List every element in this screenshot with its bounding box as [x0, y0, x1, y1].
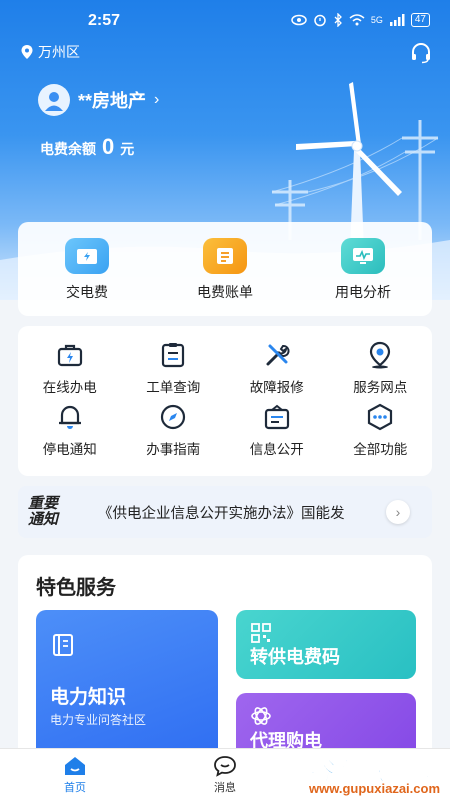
map-pin-icon	[370, 341, 391, 369]
quick-electric-bill[interactable]: 电费账单	[156, 222, 294, 316]
quick-usage-analysis[interactable]: 用电分析	[294, 222, 432, 316]
service-label: 在线办电	[42, 380, 97, 395]
card-subtitle: 电力专业问答社区	[50, 713, 147, 727]
user-avatar-icon	[45, 92, 63, 111]
signal-icon	[389, 14, 405, 26]
quick-pay-label: 交电费	[66, 284, 108, 300]
status-icons: 5G 47	[291, 13, 430, 27]
balance-display: 电费余额 0 元	[40, 134, 134, 160]
briefcase-bolt-icon	[57, 344, 82, 367]
quick-actions-card: 交电费 电费账单 用电分析	[18, 222, 432, 316]
chevron-right-icon: ›	[154, 91, 160, 108]
eye-icon	[291, 14, 307, 26]
service-outage-notice[interactable]: 停电通知	[18, 402, 122, 464]
proxy-purchase-card[interactable]: 代理购电	[236, 693, 416, 755]
card-title: 电力知识	[50, 687, 127, 708]
quick-analysis-label: 用电分析	[335, 284, 391, 300]
battery-indicator: 47	[410, 13, 430, 27]
notice-next-button[interactable]: ›	[386, 500, 410, 524]
tab-label: 消息	[214, 782, 236, 794]
service-guide[interactable]: 办事指南	[122, 402, 226, 464]
location-pin-icon	[21, 45, 33, 59]
chart-monitor-icon	[341, 238, 385, 274]
quick-pay-electricity[interactable]: 交电费	[18, 222, 156, 316]
service-label: 服务网点	[353, 380, 408, 395]
service-label: 办事指南	[146, 442, 201, 457]
location-label: 万州区	[38, 44, 80, 60]
transfer-fee-code-card[interactable]: 转供电费码	[236, 610, 416, 679]
clipboard-list-icon	[162, 343, 185, 368]
card-title: 转供电费码	[250, 647, 340, 667]
avatar	[38, 84, 70, 116]
wifi-icon	[349, 14, 365, 26]
bell-icon	[58, 405, 81, 429]
service-label: 停电通知	[42, 442, 97, 457]
service-info-disclosure[interactable]: 信息公开	[225, 402, 329, 464]
info-board-icon	[264, 404, 289, 430]
important-notice-bar[interactable]: 重要 通知 《供电企业信息公开实施办法》国能发 ›	[18, 486, 432, 538]
qr-code-icon	[251, 623, 271, 643]
tools-icon	[266, 344, 290, 366]
notice-badge: 重要 通知	[28, 496, 84, 528]
headset-icon	[412, 43, 430, 64]
service-work-order-query[interactable]: 工单查询	[122, 340, 226, 402]
service-all-functions[interactable]: 全部功能	[329, 402, 433, 464]
service-label: 信息公开	[249, 442, 304, 457]
location-selector[interactable]: 万州区	[20, 42, 80, 62]
notice-badge-line2: 通知	[28, 511, 59, 528]
site-watermark: 谷普软件园 www.gupuxiazai.com	[238, 752, 446, 798]
balance-value: 0	[102, 134, 115, 159]
service-outlets[interactable]: 服务网点	[329, 340, 433, 402]
tab-label: 首页	[64, 782, 86, 794]
book-icon	[53, 634, 73, 656]
atom-icon	[251, 707, 271, 725]
feature-services-section: 特色服务 电力知识 电力专业问答社区 转供电费码 代理购电	[18, 555, 432, 755]
home-icon	[65, 757, 85, 775]
bluetooth-icon	[334, 13, 342, 27]
tab-home[interactable]: 首页	[45, 755, 105, 795]
balance-unit: 元	[120, 141, 135, 157]
service-label: 故障报修	[249, 380, 304, 395]
service-fault-repair[interactable]: 故障报修	[225, 340, 329, 402]
service-label: 工单查询	[146, 380, 201, 395]
notice-badge-line1: 重要	[28, 495, 59, 512]
watermark-url: www.gupuxiazai.com	[309, 781, 440, 796]
balance-label: 电费余额	[40, 141, 96, 157]
chevron-right-icon: ›	[395, 504, 401, 520]
alarm-icon	[314, 14, 326, 27]
account-switcher[interactable]: **房地产 ›	[38, 84, 159, 116]
status-time: 2:57	[88, 12, 121, 29]
more-icon	[368, 403, 393, 431]
compass-icon	[161, 404, 186, 430]
services-grid-card: 在线办电 工单查询 故障报修 服务网点 停电通知 办事指南 信息公开 全部功能	[18, 326, 432, 476]
section-title: 特色服务	[36, 577, 116, 599]
account-name: **房地产	[78, 91, 147, 111]
notice-text: 《供电企业信息公开实施办法》国能发	[98, 505, 345, 522]
quick-bill-label: 电费账单	[197, 284, 253, 300]
bill-icon	[203, 238, 247, 274]
chat-bubble-icon	[214, 756, 236, 777]
service-online-application[interactable]: 在线办电	[18, 340, 122, 402]
network-type: 5G	[370, 15, 383, 25]
wallet-bolt-icon	[65, 238, 109, 274]
status-bar: 2:57 5G 47	[0, 0, 450, 42]
customer-service-button[interactable]	[410, 42, 432, 69]
power-knowledge-card[interactable]: 电力知识 电力专业问答社区	[36, 610, 218, 755]
service-label: 全部功能	[353, 442, 408, 457]
